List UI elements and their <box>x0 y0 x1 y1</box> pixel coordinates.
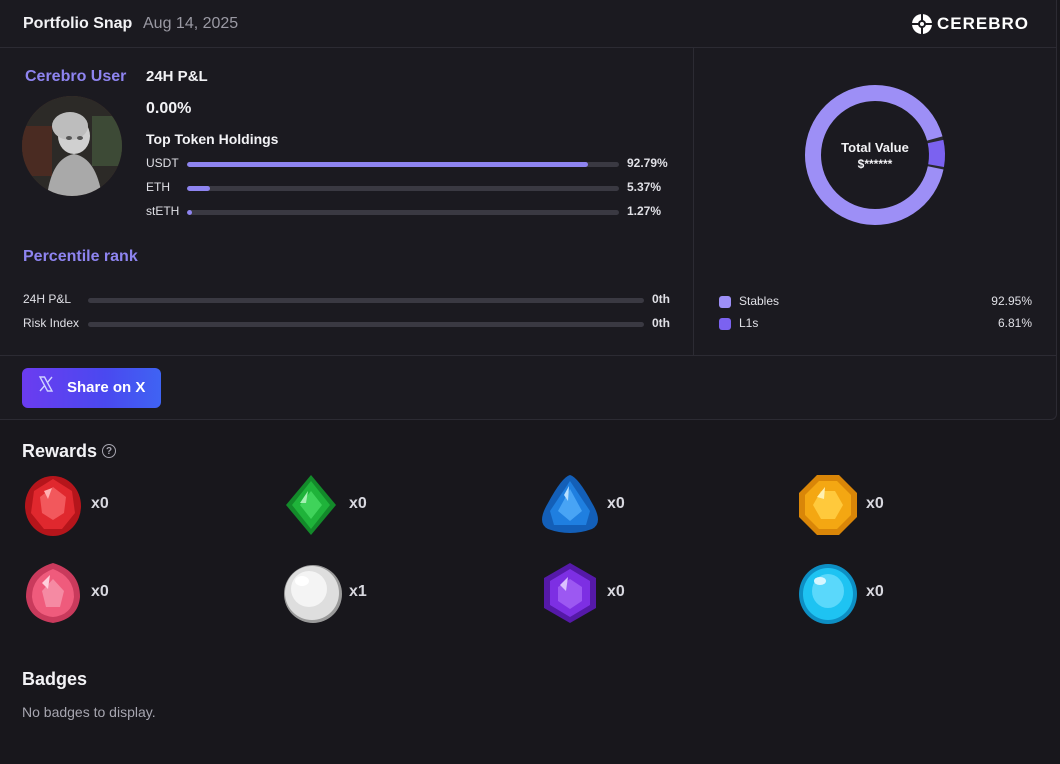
reward-count: x0 <box>91 583 109 600</box>
reward-count: x1 <box>349 583 367 600</box>
reward-count: x0 <box>91 495 109 512</box>
reward-orange-gem: x0 <box>797 473 917 537</box>
page-title: Portfolio Snap <box>23 15 133 32</box>
holding-bar <box>187 186 619 191</box>
cerebro-logo-icon <box>911 14 932 34</box>
reward-count: x0 <box>607 583 625 600</box>
summary-pane: Cerebro User 24H P&L 0.00% Top Token Hol… <box>0 48 694 355</box>
avatar-image <box>22 96 122 196</box>
cyan-gem-icon <box>799 564 857 624</box>
avatar <box>22 96 122 196</box>
pnl-label: 24H P&L <box>146 68 208 85</box>
percentile-title: Percentile rank <box>23 248 138 265</box>
brand-name: CEREBRO <box>936 14 1029 33</box>
snapshot-date: Aug 14, 2025 <box>143 15 239 32</box>
percentile-row: Risk Index 0th <box>23 316 673 332</box>
reward-count: x0 <box>866 583 884 600</box>
legend-value: 6.81% <box>997 316 1032 330</box>
reward-pearl-gem: x1 <box>280 561 400 625</box>
holding-percent: 1.27% <box>627 204 662 218</box>
help-icon[interactable]: ? <box>102 444 116 458</box>
reward-green-gem: x0 <box>280 473 400 537</box>
badges-title: Badges <box>22 669 88 689</box>
pearl-icon <box>284 565 342 623</box>
percentile-bar <box>88 322 644 327</box>
pink-gem-icon <box>26 563 80 623</box>
pnl-value: 0.00% <box>146 100 192 117</box>
x-logo-icon <box>38 376 54 392</box>
legend-name: L1s <box>739 316 759 330</box>
percentile-value: 0th <box>652 316 670 330</box>
holding-bar <box>187 162 619 167</box>
badges-empty-text: No badges to display. <box>22 704 156 720</box>
reward-blue-gem: x0 <box>538 473 658 537</box>
rewards-title: Rewards <box>22 441 98 461</box>
share-on-x-button[interactable]: Share on X <box>22 368 161 408</box>
orange-gem-icon <box>799 475 857 535</box>
holdings-title: Top Token Holdings <box>146 131 279 147</box>
reward-pink-gem: x0 <box>22 561 142 625</box>
percentile-label: Risk Index <box>23 316 80 330</box>
reward-red-gem: x0 <box>22 473 142 537</box>
divider <box>0 355 1057 356</box>
user-name: Cerebro User <box>25 68 127 85</box>
holding-row: USDT 92.79% <box>146 156 676 172</box>
legend-swatch <box>719 318 731 330</box>
card-header: Portfolio Snap Aug 14, 2025 CEREBRO <box>0 0 1057 48</box>
green-gem-icon <box>286 475 336 535</box>
reward-purple-gem: x0 <box>538 561 658 625</box>
holding-percent: 5.37% <box>627 180 662 194</box>
holding-row: stETH 1.27% <box>146 204 676 220</box>
legend-item-stables: Stables 92.95% <box>719 294 1032 310</box>
donut-center: Total Value $****** <box>803 83 947 227</box>
blue-gem-icon <box>542 475 598 533</box>
total-value-label: Total Value <box>841 139 909 155</box>
portfolio-card: Portfolio Snap Aug 14, 2025 CEREBRO Cere… <box>0 0 1057 420</box>
legend-name: Stables <box>739 294 780 308</box>
reward-count: x0 <box>866 495 884 512</box>
reward-count: x0 <box>607 495 625 512</box>
purple-gem-icon <box>544 563 596 623</box>
holding-bar-fill <box>187 210 193 215</box>
legend-swatch <box>719 296 731 308</box>
legend-value: 92.95% <box>991 294 1032 308</box>
percentile-bar <box>88 298 644 303</box>
holding-bar <box>187 210 619 215</box>
holding-symbol: ETH <box>146 180 170 194</box>
holding-percent: 92.79% <box>627 156 668 170</box>
share-button-label: Share on X <box>67 379 146 396</box>
holding-bar-fill <box>187 186 211 191</box>
reward-cyan-gem: x0 <box>797 561 917 625</box>
reward-count: x0 <box>349 495 367 512</box>
percentile-value: 0th <box>652 292 670 306</box>
legend-item-l1s: L1s 6.81% <box>719 316 1032 332</box>
percentile-label: 24H P&L <box>23 292 72 306</box>
red-gem-icon <box>25 476 81 536</box>
holding-symbol: USDT <box>146 156 179 170</box>
total-value-amount: $****** <box>857 156 893 171</box>
holding-symbol: stETH <box>146 204 180 218</box>
holding-bar-fill <box>187 162 588 167</box>
percentile-row: 24H P&L 0th <box>23 292 673 308</box>
holding-row: ETH 5.37% <box>146 180 676 196</box>
brand-logo: CEREBRO <box>911 13 1029 35</box>
allocation-donut: Total Value $****** <box>803 83 947 227</box>
